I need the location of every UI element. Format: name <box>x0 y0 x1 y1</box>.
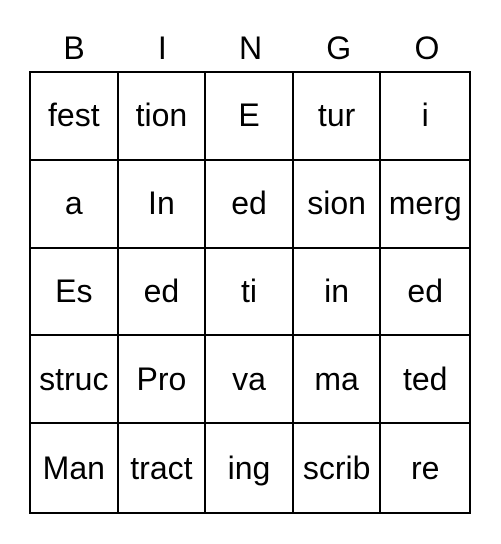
bingo-cell[interactable]: Pro <box>118 336 207 425</box>
bingo-cell[interactable]: in <box>293 248 382 337</box>
bingo-cell[interactable]: In <box>118 160 207 249</box>
header-letter-g: G <box>326 30 352 66</box>
bingo-cell[interactable]: scrib <box>294 424 382 512</box>
bingo-header: B I N G O <box>30 28 471 68</box>
bingo-cell[interactable]: sion <box>293 160 382 249</box>
bingo-cell[interactable]: ed <box>381 249 469 337</box>
bingo-cell[interactable]: ted <box>381 336 469 425</box>
bingo-grid: fest tion Etur i a In ed sion merg Es ed ti in ed stru… <box>29 71 471 514</box>
bingo-cell[interactable]: tion <box>118 73 207 161</box>
header-letter-o: O <box>414 30 440 66</box>
bingo-cell[interactable]: ing <box>206 424 294 512</box>
bingo-cell[interactable]: Man <box>31 424 119 512</box>
bingo-cell[interactable]: Es <box>31 248 119 337</box>
bingo-cell[interactable]: struc <box>31 336 119 425</box>
header-letter-b: B <box>63 30 85 66</box>
bingo-cell[interactable]: E <box>206 73 294 161</box>
bingo-cell[interactable]: ed <box>206 160 294 249</box>
bingo-cell[interactable]: i <box>381 73 469 161</box>
bingo-cell[interactable]: merg <box>381 161 469 249</box>
bingo-cell[interactable]: fest <box>31 73 119 161</box>
bingo-cell[interactable]: ma <box>293 336 382 425</box>
header-letter-n: N <box>238 30 263 66</box>
bingo-cell[interactable]: ed <box>118 248 207 337</box>
bingo-cell[interactable]: a <box>31 160 119 249</box>
bingo-cell[interactable]: re <box>381 424 469 512</box>
bingo-cell[interactable]: tur <box>293 73 382 161</box>
bingo-cell[interactable]: va <box>206 336 294 425</box>
bingo-cell[interactable]: tract <box>119 424 207 512</box>
bingo-cell[interactable]: ti <box>206 248 294 337</box>
header-letter-i: I <box>157 30 167 66</box>
